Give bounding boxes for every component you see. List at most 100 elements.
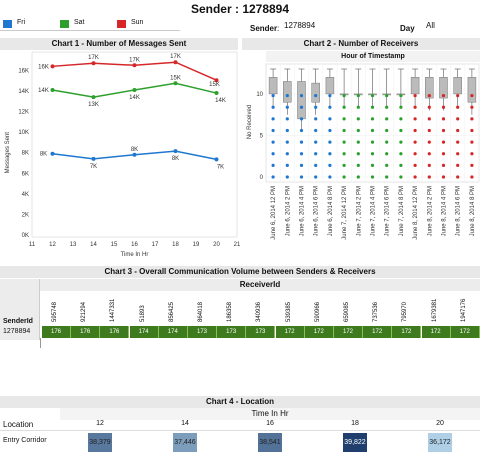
receiver-point xyxy=(271,140,275,144)
y-tick-label: 4K xyxy=(22,192,29,198)
receiver-id-header: 737536 xyxy=(373,301,380,322)
receiver-point xyxy=(441,117,446,121)
box xyxy=(325,77,335,95)
receiver-point xyxy=(399,152,403,156)
receiver-point xyxy=(285,163,289,167)
volume-cell: 172 xyxy=(334,326,363,338)
receiver-point xyxy=(342,128,346,133)
x-tick-label: June 7, 2014 6 PM xyxy=(385,186,391,236)
volume-cell: 172 xyxy=(450,326,480,338)
legend-swatch-fri xyxy=(3,20,12,28)
y-tick-label: 12K xyxy=(18,110,29,116)
receiver-point xyxy=(342,175,346,179)
x-tick-label: June 8, 2014 2 PM xyxy=(427,186,433,236)
receiver-point xyxy=(385,128,389,133)
location-heat-cell: 38,541 xyxy=(258,433,282,452)
point-sat xyxy=(214,91,219,96)
x-axis-title: Time In Hr xyxy=(121,252,149,258)
receiver-point xyxy=(427,175,431,179)
receiver-point xyxy=(470,105,474,109)
x-tick-label: 18 xyxy=(172,242,179,248)
data-label: 7K xyxy=(90,164,97,170)
receiver-point xyxy=(356,163,360,167)
receiver-point xyxy=(271,117,275,121)
data-label: 13K xyxy=(88,102,99,108)
receiver-point xyxy=(271,175,275,179)
volume-cell: 176 xyxy=(71,326,101,338)
receiver-point xyxy=(456,140,460,144)
receiver-point xyxy=(427,152,431,156)
receiver-point xyxy=(370,175,375,179)
volume-cell: 173 xyxy=(188,326,217,338)
receiver-point xyxy=(299,152,304,156)
receiver-point xyxy=(413,117,417,121)
receiver-point xyxy=(328,175,332,179)
receiver-point xyxy=(285,117,289,121)
data-label: 15K xyxy=(209,82,220,88)
x-tick-label: June 6, 2014 2 PM xyxy=(285,186,291,236)
x-tick-label: June 6, 2014 6 PM xyxy=(314,186,320,236)
receiver-point xyxy=(328,140,332,144)
x-tick-label: June 6, 2014 12 PM xyxy=(271,186,277,240)
receiver-point xyxy=(370,140,375,144)
receiver-point xyxy=(271,152,275,156)
box xyxy=(297,81,306,120)
receiver-id-header: 864018 xyxy=(198,301,204,322)
data-label: 8K xyxy=(131,147,138,153)
point-fri xyxy=(91,156,96,161)
y-tick-label: 16K xyxy=(18,68,29,74)
receiver-point xyxy=(456,152,460,156)
data-label: 14K xyxy=(215,98,226,104)
legend-divider xyxy=(0,30,180,31)
receiver-point xyxy=(456,163,460,167)
time-column-header: 14 xyxy=(181,420,189,427)
y-tick-label: 0 xyxy=(260,175,264,181)
location-heat-cell: 37,446 xyxy=(173,433,197,452)
x-tick-label: 21 xyxy=(234,242,240,248)
receiver-id-header: 1447331 xyxy=(110,298,117,322)
receiver-point xyxy=(427,163,431,167)
receiver-point xyxy=(370,105,375,109)
receiver-point xyxy=(413,163,417,167)
receiver-point xyxy=(328,128,332,133)
day-filter-value[interactable]: All xyxy=(426,21,435,30)
receiver-point xyxy=(399,117,403,121)
volume-cell: 172 xyxy=(275,326,305,338)
y-axis-title: No Received xyxy=(247,105,253,139)
receiver-id-header: 795970 xyxy=(402,301,409,322)
point-fri xyxy=(132,152,137,157)
y-tick-label: 8K xyxy=(22,151,29,157)
volume-cell: 176 xyxy=(100,326,130,338)
receiver-point xyxy=(314,140,318,144)
receiver-point xyxy=(427,93,431,98)
data-label: 8K xyxy=(172,156,179,162)
data-label: 15K xyxy=(170,75,181,81)
chart3-row-header: SenderId xyxy=(3,318,33,325)
y-tick-label: 2K xyxy=(22,212,29,218)
x-tick-label: 11 xyxy=(29,242,36,248)
receiver-point xyxy=(399,105,403,109)
receiver-point xyxy=(314,105,318,109)
box xyxy=(283,81,292,103)
sender-filter-value[interactable]: 1278894 xyxy=(284,21,315,30)
day-filter-label: Day xyxy=(400,24,415,33)
receiver-id-header: 539385 xyxy=(285,301,292,322)
receiver-point xyxy=(385,117,389,121)
receiver-point xyxy=(413,152,417,156)
receiver-point xyxy=(385,140,389,144)
receiver-point xyxy=(285,105,289,109)
receiver-point xyxy=(299,140,304,144)
chart1-title: Chart 1 - Number of Messages Sent xyxy=(0,38,238,50)
x-tick-label: 17 xyxy=(152,242,159,248)
point-fri xyxy=(214,157,219,162)
data-label: 17K xyxy=(129,57,140,63)
y-tick-label: 6K xyxy=(22,171,29,177)
volume-cell: 173 xyxy=(246,326,276,338)
receiver-point xyxy=(285,93,289,98)
receiver-point xyxy=(299,93,304,98)
y-tick-label: 14K xyxy=(18,89,29,95)
receiver-point xyxy=(441,105,446,109)
receiver-id-header: 186358 xyxy=(227,301,234,322)
volume-cell: 172 xyxy=(363,326,393,338)
receiver-point xyxy=(456,105,460,109)
